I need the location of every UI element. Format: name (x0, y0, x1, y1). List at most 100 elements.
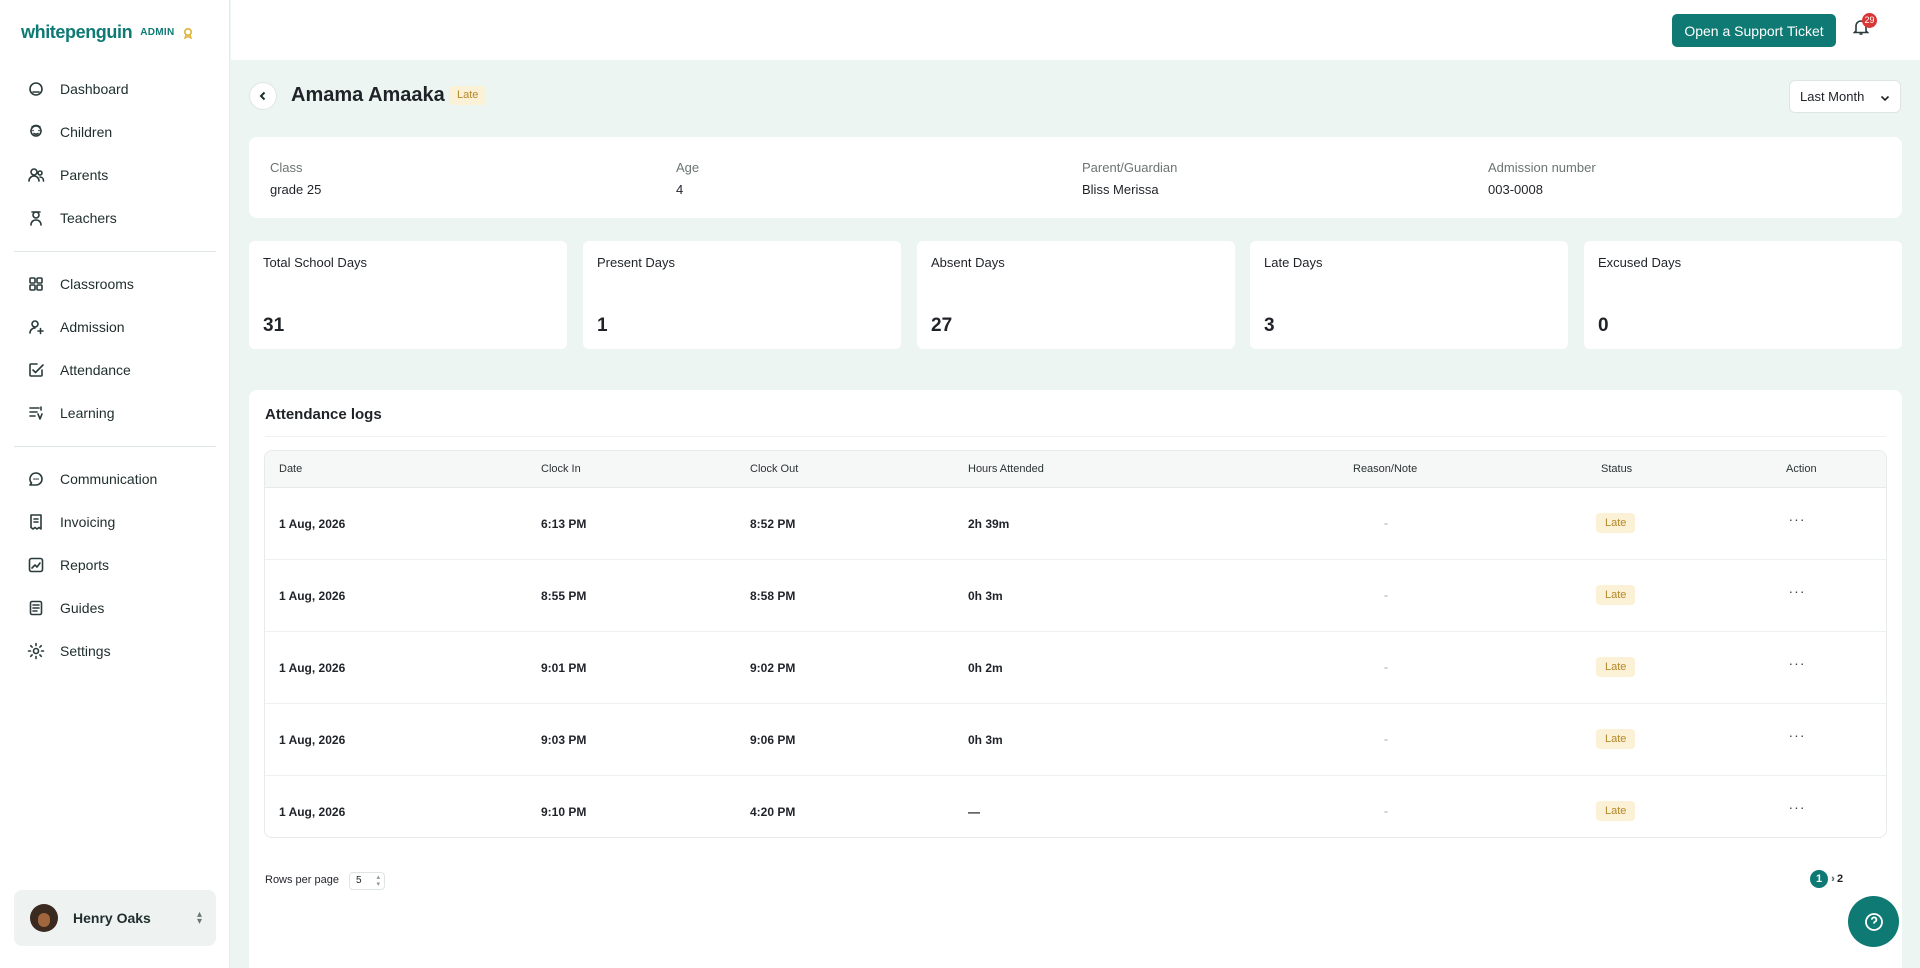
notifications-button[interactable]: 29 (1852, 13, 1877, 40)
stat-label: Absent Days (931, 255, 1005, 270)
stat-value: 1 (597, 315, 608, 336)
cell-note: - (1384, 516, 1388, 530)
sidebar-item-label: Attendance (60, 361, 131, 378)
teachers-icon (30, 210, 42, 226)
row-action-menu-icon[interactable]: ··· (1786, 512, 1808, 533)
cell-hours: 0h 3m (968, 733, 1003, 747)
stat-label: Total School Days (263, 255, 368, 270)
brand-logo[interactable]: whitepenguin ADMIN (21, 22, 194, 43)
info-label: Parent/Guardian (1082, 160, 1178, 175)
stat-total-school-days: Total School Days 31 (249, 241, 567, 349)
reports-icon (28, 557, 44, 572)
sidebar-divider (14, 446, 216, 447)
cell-clock-out: 8:58 PM (750, 589, 796, 603)
row-action-menu-icon[interactable]: ··· (1786, 656, 1808, 677)
status-badge: Late (1596, 585, 1636, 605)
rows-per-page-value: 5 (356, 875, 362, 886)
sidebar-item-admission[interactable]: Admission (14, 305, 216, 348)
settings-icon (27, 642, 45, 659)
column-header-action: Action (1786, 463, 1817, 475)
stat-late-days: Late Days 3 (1250, 241, 1568, 349)
rows-per-page-select[interactable]: 5 ▴ ▾ (349, 872, 385, 890)
cell-date: 1 Aug, 2026 (279, 589, 346, 603)
chevron-updown-icon: ▴ ▾ (376, 874, 380, 888)
chevron-down-icon (1880, 95, 1890, 102)
stat-excused-days: Excused Days 0 (1584, 241, 1902, 349)
brand-name: whitepenguin (21, 22, 133, 42)
pagination: ‹ 1 2 › (1807, 870, 1849, 888)
brand-role: ADMIN (140, 27, 175, 38)
cell-note: - (1384, 588, 1388, 602)
sidebar-item-label: Invoicing (60, 513, 116, 530)
sidebar-item-dashboard[interactable]: Dashboard (14, 67, 216, 110)
sidebar-item-label: Settings (60, 642, 111, 659)
cell-hours: 2h 39m (968, 517, 1010, 531)
info-value: Bliss Merissa (1082, 182, 1159, 197)
help-button[interactable] (1848, 896, 1899, 947)
cell-clock-out: 9:06 PM (750, 733, 796, 747)
cell-clock-in: 9:03 PM (541, 733, 587, 747)
info-label: Age (676, 160, 700, 175)
sidebar-item-label: Dashboard (60, 80, 129, 97)
status-badge: Late (1596, 801, 1636, 821)
sidebar-group-main: Dashboard Children Parents Teachers (14, 67, 216, 239)
cell-date: 1 Aug, 2026 (279, 805, 346, 819)
sidebar-item-label: Children (60, 123, 113, 140)
help-icon (1864, 912, 1883, 931)
open-support-ticket-button[interactable]: Open a Support Ticket (1672, 14, 1836, 47)
sidebar-item-children[interactable]: Children (14, 110, 216, 153)
column-header-reason: Reason/Note (1353, 463, 1418, 475)
stat-label: Excused Days (1598, 255, 1682, 270)
user-name: Henry Oaks (73, 910, 151, 926)
children-icon (30, 124, 42, 137)
stat-value: 27 (931, 315, 953, 336)
cell-date: 1 Aug, 2026 (279, 661, 346, 675)
classrooms-icon (29, 276, 43, 291)
sidebar-item-communication[interactable]: Communication (14, 457, 216, 500)
period-select[interactable]: Last Month (1789, 80, 1901, 113)
sidebar-item-settings[interactable]: Settings (14, 629, 216, 672)
page-title: Amama Amaaka (291, 84, 445, 106)
sidebar-item-attendance[interactable]: Attendance (14, 348, 216, 391)
cell-hours: — (968, 805, 980, 819)
sidebar-divider (14, 251, 216, 252)
divider (265, 436, 1886, 437)
sidebar-item-invoicing[interactable]: Invoicing (14, 500, 216, 543)
period-select-value: Last Month (1800, 89, 1865, 104)
sidebar-item-reports[interactable]: Reports (14, 543, 216, 586)
chevron-left-icon (259, 91, 266, 101)
status-badge: Late (449, 86, 487, 105)
info-label: Admission number (1488, 160, 1596, 175)
cell-note: - (1384, 732, 1388, 746)
sidebar-item-teachers[interactable]: Teachers (14, 196, 216, 239)
student-info-card: Class grade 25 Age 4 Parent/Guardian Bli… (249, 137, 1902, 218)
guides-icon (29, 600, 43, 615)
stat-label: Present Days (597, 255, 676, 270)
back-button[interactable] (249, 82, 277, 110)
sidebar-group-admin: Communication Invoicing Reports Guides S… (14, 457, 216, 672)
next-page-button[interactable]: › (1824, 870, 1842, 888)
stat-absent-days: Absent Days 27 (917, 241, 1235, 349)
column-header-clock-out: Clock Out (750, 463, 799, 475)
sidebar-item-guides[interactable]: Guides (14, 586, 216, 629)
sidebar-item-label: Admission (60, 318, 125, 335)
cell-clock-in: 6:13 PM (541, 517, 587, 531)
status-badge: Late (1596, 729, 1636, 749)
cell-clock-in: 9:01 PM (541, 661, 587, 675)
sidebar-item-parents[interactable]: Parents (14, 153, 216, 196)
user-menu[interactable]: Henry Oaks ▴ ▾ (14, 890, 216, 946)
info-class: Class grade 25 (270, 160, 321, 197)
cell-clock-in: 9:10 PM (541, 805, 587, 819)
info-label: Class (270, 160, 303, 175)
cell-hours: 0h 3m (968, 589, 1003, 603)
table-header: Date Clock In Clock Out Hours Attended R… (265, 451, 1886, 488)
row-action-menu-icon[interactable]: ··· (1786, 584, 1808, 605)
row-action-menu-icon[interactable]: ··· (1786, 800, 1808, 821)
table-row: 1 Aug, 2026 9:10 PM 4:20 PM — - Late ··· (265, 776, 1886, 837)
chevron-updown-icon: ▴ ▾ (196, 909, 202, 927)
sidebar-item-classrooms[interactable]: Classrooms (14, 262, 216, 305)
table-row: 1 Aug, 2026 6:13 PM 8:52 PM 2h 39m - Lat… (265, 488, 1886, 560)
notification-count-badge: 29 (1862, 13, 1877, 28)
sidebar-item-learning[interactable]: Learning (14, 391, 216, 434)
row-action-menu-icon[interactable]: ··· (1786, 728, 1808, 749)
